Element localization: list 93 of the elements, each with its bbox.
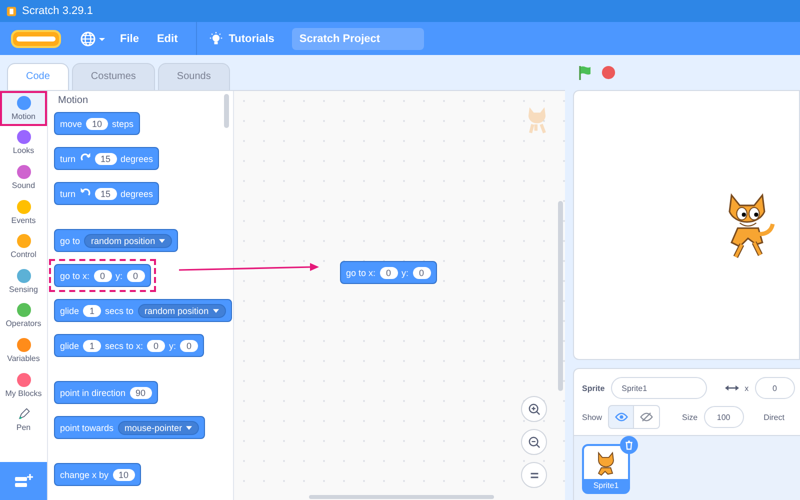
block-label: point in direction [60,388,126,398]
block-label: y: [116,270,123,280]
stop-icon[interactable] [601,65,616,80]
number-input[interactable]: 0 [380,266,398,278]
category-item[interactable]: Variables [0,333,47,368]
zoom-out-button[interactable] [521,429,547,455]
code-block[interactable]: glide 1 secs to x: 0 y: 0 [54,334,204,357]
number-input[interactable]: 1 [83,304,102,316]
block-label: degrees [120,154,154,164]
block-label: turn [60,154,76,164]
block-label: degrees [120,188,154,198]
trash-icon [624,440,634,450]
code-block[interactable]: change x by 10 [54,463,141,486]
eye-icon [614,412,628,422]
zoom-in-icon [528,402,540,416]
block-label: y: [169,340,176,350]
block-label: glide [60,340,80,350]
block-label: turn [60,188,76,198]
number-input[interactable]: 10 [112,468,135,480]
hidden-eye-icon [640,412,654,422]
horizontal-arrows-icon [724,384,739,392]
show-label: Show [582,412,602,422]
block-label: point towards [60,422,114,432]
zoom-in-button[interactable] [521,396,547,422]
size-label: Size [682,412,698,422]
code-block[interactable]: point towards mouse-pointer [54,416,206,439]
hide-sprite-button[interactable] [634,405,660,429]
caret-icon [186,426,192,430]
dropdown-input[interactable]: mouse-pointer [118,420,200,434]
block-label: go to x: [60,270,90,280]
code-block[interactable]: glide 1 secs to random position [54,299,232,322]
category-heading: Motion [58,95,90,106]
category-item[interactable]: Looks [0,126,47,160]
block-label: go to x: [346,268,376,278]
caret-icon [212,308,219,312]
size-field[interactable]: 100 [704,406,744,428]
caret-icon [159,238,166,242]
app-icon [6,6,17,16]
code-block[interactable]: turn 15 degrees [54,147,160,170]
delete-button[interactable] [620,436,638,454]
block-label: glide [60,306,80,316]
dropdown-input[interactable]: random position [84,234,172,248]
number-input[interactable]: 0 [180,340,198,352]
block-label: go to [60,236,80,246]
category-item[interactable]: Pen [0,402,47,437]
code-block[interactable]: move 10 steps [54,112,140,135]
block-label: move [60,118,82,128]
sprite-name: Sprite1 [584,479,628,492]
block-label: steps [112,118,134,128]
code-block[interactable]: turn 15 degrees [54,182,160,205]
number-input[interactable]: 15 [94,152,117,164]
block-label: secs to x: [105,340,144,350]
number-input[interactable]: 1 [83,340,102,352]
sprite-label: Sprite [582,384,605,392]
add-extension-button[interactable] [0,462,47,500]
number-input[interactable]: 0 [94,270,112,282]
sprite-name-field[interactable]: Sprite1 [610,377,707,399]
extension-icon [14,473,34,489]
block-label: y: [402,268,409,278]
number-input[interactable]: 0 [126,270,145,282]
window-title: Scratch 3.29.1 [22,5,93,17]
x-position-field[interactable]: 0 [754,377,795,399]
code-block[interactable]: go to x: 0 y: 0 [54,264,151,287]
category-item[interactable]: My Blocks [0,368,47,402]
block-label: change x by [60,470,109,480]
code-block[interactable]: point in direction 90 [54,381,158,404]
number-input[interactable]: 15 [94,188,117,200]
x-label: x [744,384,749,392]
scrollbar[interactable] [309,495,494,499]
code-block[interactable]: go to x: 0 y: 0 [340,261,437,284]
block-label: secs to [105,306,134,316]
lightbulb-icon [208,32,223,46]
category-item[interactable]: Motion [0,91,47,126]
scrollbar[interactable] [558,201,563,391]
flag-icon[interactable] [577,64,593,80]
scrollbar[interactable] [224,94,229,128]
direction-label: Direct [764,412,784,422]
number-input[interactable]: 10 [86,118,108,130]
code-block[interactable]: go to random position [54,229,178,252]
category-item[interactable]: Control [0,229,47,264]
show-sprite-button[interactable] [608,405,634,429]
number-input[interactable]: 0 [412,266,431,278]
category-item[interactable]: Events [0,194,47,230]
globe-icon[interactable] [80,30,106,46]
number-input[interactable]: 90 [130,386,152,398]
number-input[interactable]: 0 [147,340,166,352]
category-item[interactable]: Sensing [0,264,47,299]
zoom-out-icon [528,436,540,448]
dropdown-input[interactable]: random position [138,304,226,318]
category-item[interactable]: Operators [0,298,47,334]
category-item[interactable]: Sound [0,160,47,195]
reset-zoom-button[interactable] [521,462,547,488]
pen-icon [16,407,30,422]
